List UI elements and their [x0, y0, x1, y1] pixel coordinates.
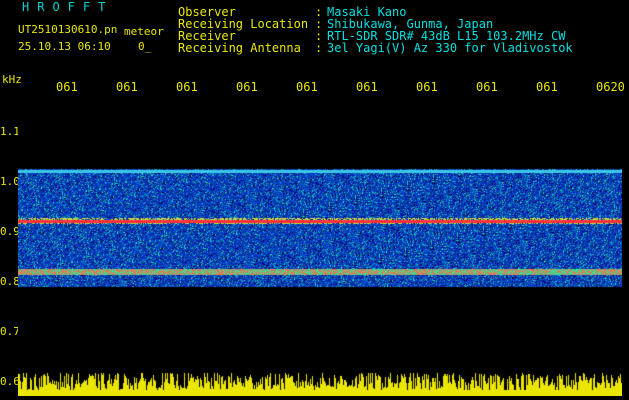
frequency-tick: 0.7 [0, 325, 20, 338]
time-tick: 0619 [536, 80, 558, 94]
frequency-tick: 1.1 [0, 125, 20, 138]
time-tick: 0614 [236, 80, 258, 94]
filename-label: UT2510130610.pn [18, 23, 118, 36]
frequency-tick: 0.8 [0, 275, 20, 288]
spectrogram-canvas [18, 98, 622, 396]
time-tick: 0615 [296, 80, 318, 94]
info-label-antenna: Receiving Antenna [178, 41, 301, 55]
frequency-tick: 0.6 [0, 375, 20, 388]
time-tick: 0620 [596, 80, 625, 94]
info-value-antenna: 3el Yagi(V) Az 330 for Vladivostok [327, 41, 573, 55]
time-tick: 0616 [356, 80, 378, 94]
time-tick: 0612 [116, 80, 138, 94]
time-tick: 0617 [416, 80, 438, 94]
frequency-tick: 0.9 [0, 225, 20, 238]
time-tick: 0613 [176, 80, 198, 94]
frequency-unit-label: kHz [2, 73, 22, 86]
datetime-label: 25.10.13 06:10 [18, 40, 111, 53]
info-colon: : [315, 41, 323, 55]
time-tick: 0618 [476, 80, 498, 94]
frequency-tick: 1.0 [0, 175, 20, 188]
meteor-count: 0_ [138, 40, 152, 53]
meteor-label: meteor [124, 25, 164, 38]
hrofft-logo: HROFFT [22, 0, 114, 14]
time-tick: 0611 [56, 80, 78, 94]
